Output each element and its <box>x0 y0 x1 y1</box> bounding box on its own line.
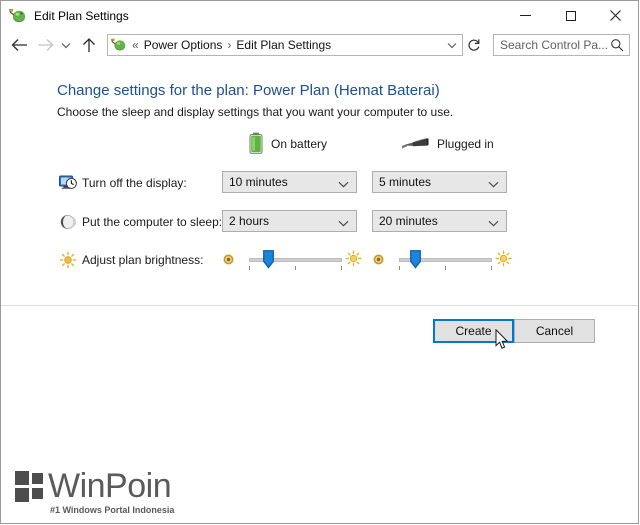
brightness-icon <box>59 251 77 269</box>
chevron-down-icon <box>338 177 349 191</box>
breadcrumb-prefix: « <box>132 38 139 52</box>
display-clock-icon <box>59 174 77 192</box>
column-header-on-battery: On battery <box>249 132 327 156</box>
search-input[interactable] <box>500 38 608 52</box>
search-icon[interactable] <box>608 38 626 52</box>
breadcrumb-item-edit-plan-settings[interactable]: Edit Plan Settings <box>236 38 331 52</box>
slider-plan-brightness-plugged-in[interactable] <box>372 247 512 273</box>
edit-plan-settings-window: Edit Plan Settings « Power Options › Edi… <box>0 0 639 524</box>
slider-thumb[interactable] <box>263 250 274 269</box>
window-title: Edit Plan Settings <box>34 8 129 23</box>
footer-button-bar: Create Cancel <box>1 306 638 356</box>
winpoin-logo-icon <box>15 471 45 509</box>
setting-label: Turn off the display: <box>82 176 187 190</box>
dropdown-turn-off-display-on-battery[interactable]: 10 minutes <box>222 171 357 193</box>
moon-icon <box>59 213 77 231</box>
setting-label: Adjust plan brightness: <box>82 253 204 267</box>
search-box[interactable] <box>493 34 630 56</box>
dropdown-value: 2 hours <box>229 214 270 228</box>
column-header-plugged-in: Plugged in <box>401 132 494 156</box>
forward-arrow-icon[interactable] <box>33 33 57 57</box>
power-plan-icon <box>9 7 27 25</box>
column-header-label: Plugged in <box>437 137 494 151</box>
create-button[interactable]: Create <box>433 319 514 343</box>
setting-row-turn-off-display: Turn off the display: 10 minutes 5 minut… <box>1 171 638 197</box>
refresh-icon[interactable] <box>463 34 485 56</box>
breadcrumb-item-power-options[interactable]: Power Options <box>144 38 223 52</box>
chevron-down-icon <box>338 216 349 230</box>
maximize-button[interactable] <box>548 1 593 30</box>
bright-sun-icon <box>495 250 512 267</box>
column-header-label: On battery <box>271 137 328 151</box>
window-controls <box>503 1 638 30</box>
slider-plan-brightness-on-battery[interactable] <box>222 247 362 273</box>
chevron-down-icon[interactable] <box>442 35 462 55</box>
dropdown-turn-off-display-plugged-in[interactable]: 5 minutes <box>372 171 507 193</box>
page-subtitle: Choose the sleep and display settings th… <box>57 105 454 119</box>
back-arrow-icon[interactable] <box>7 33 31 57</box>
winpoin-tagline: #1 Windows Portal Indonesia <box>50 505 175 515</box>
dropdown-value: 10 minutes <box>229 175 288 189</box>
title-bar: Edit Plan Settings <box>1 1 638 30</box>
winpoin-watermark: WinPoin #1 Windows Portal Indonesia <box>15 467 215 519</box>
navigation-bar: « Power Options › Edit Plan Settings <box>1 30 638 60</box>
dim-sun-icon <box>372 253 385 266</box>
chevron-down-icon <box>488 177 499 191</box>
slider-thumb[interactable] <box>410 250 421 269</box>
setting-row-plan-brightness: Adjust plan brightness: <box>1 248 638 274</box>
page-title: Change settings for the plan: Power Plan… <box>57 82 440 99</box>
breadcrumb-separator: › <box>227 38 232 52</box>
power-plan-icon <box>111 37 127 53</box>
bright-sun-icon <box>345 250 362 267</box>
power-plug-icon <box>401 134 429 155</box>
dropdown-computer-sleep-on-battery[interactable]: 2 hours <box>222 210 357 232</box>
battery-icon <box>249 132 263 157</box>
close-button[interactable] <box>593 1 638 30</box>
minimize-button[interactable] <box>503 1 548 30</box>
dropdown-value: 20 minutes <box>379 214 438 228</box>
cancel-button[interactable]: Cancel <box>514 319 595 343</box>
setting-label: Put the computer to sleep: <box>82 215 223 229</box>
chevron-down-icon[interactable] <box>58 33 74 57</box>
address-bar[interactable]: « Power Options › Edit Plan Settings <box>107 34 463 56</box>
chevron-down-icon <box>488 216 499 230</box>
dropdown-value: 5 minutes <box>379 175 432 189</box>
up-arrow-icon[interactable] <box>77 33 101 57</box>
setting-row-computer-sleep: Put the computer to sleep: 2 hours 20 mi… <box>1 210 638 236</box>
dim-sun-icon <box>222 253 235 266</box>
content-area: Change settings for the plan: Power Plan… <box>1 60 638 305</box>
dropdown-computer-sleep-plugged-in[interactable]: 20 minutes <box>372 210 507 232</box>
winpoin-wordmark: WinPoin <box>48 467 172 505</box>
